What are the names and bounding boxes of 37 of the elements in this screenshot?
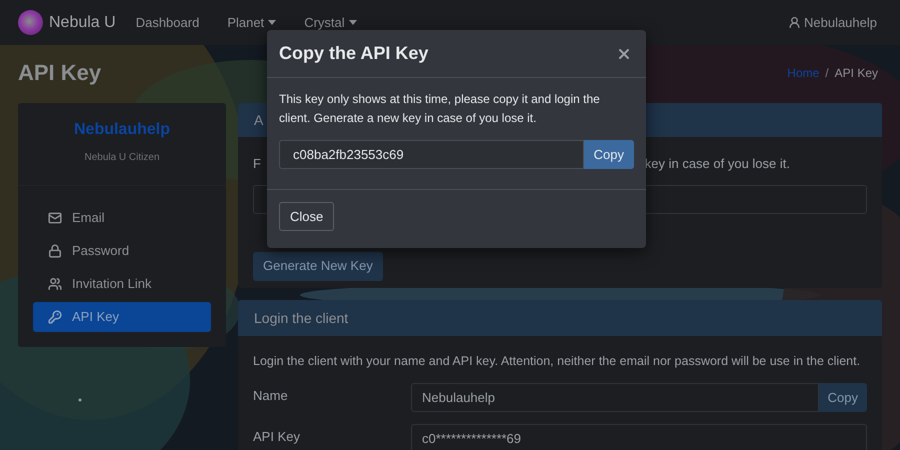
breadcrumb-link[interactable]: API Key: [834, 64, 878, 82]
card-text: F: [253, 155, 261, 173]
modal-text: This key only shows at this time, please copy it and login the client. Generate a new key in case of you lose it.: [279, 91, 601, 127]
user-link[interactable]: Nebulauhelp: [788, 12, 877, 32]
nav-link[interactable]: Dashboard: [136, 12, 200, 32]
brand-link[interactable]: Nebula U: [49, 10, 116, 34]
close-button[interactable]: Close: [279, 202, 334, 231]
modal-title: Copy the API Key: [279, 42, 428, 65]
user-icon: [788, 16, 801, 29]
copy-button[interactable]: Copy: [584, 140, 634, 169]
text-field[interactable]: c0**************69: [411, 424, 867, 450]
card-text: Login the client with your name and API key. Attention, neither the email nor password will be use in the client.: [252, 353, 862, 370]
text-field[interactable]: Nebulauhelp: [411, 382, 819, 412]
sidebar-item[interactable]: Invitation Link: [33, 269, 211, 299]
nav-link[interactable]: Crystal: [304, 12, 357, 32]
field-label: Name: [253, 386, 289, 405]
breadcrumb-separator: /: [825, 64, 829, 82]
menu-icon: [48, 211, 62, 225]
card-title: Login the client: [254, 308, 348, 328]
card-title: A: [254, 110, 264, 130]
generate-key-button[interactable]: Generate New Key: [253, 252, 383, 280]
sidebar-item[interactable]: API Key: [33, 302, 211, 332]
caret-icon: [348, 20, 357, 25]
sidebar-item[interactable]: Password: [33, 236, 211, 266]
sidebar-item[interactable]: Email: [33, 203, 211, 233]
caret-icon: [268, 20, 276, 25]
page-title: API Key: [18, 59, 102, 87]
logo-icon[interactable]: [18, 10, 43, 35]
field-label: API Key: [253, 428, 301, 446]
key-field[interactable]: c08ba2fb23553c69: [279, 140, 584, 169]
nav-link[interactable]: Planet: [227, 12, 276, 32]
profile-role: Nebula U Citizen: [84, 151, 160, 165]
copy-button[interactable]: Copy: [818, 382, 867, 412]
menu-icon: [48, 310, 62, 324]
menu-icon: [48, 277, 62, 291]
menu-icon: [48, 244, 62, 258]
profile-name: Nebulauhelp: [74, 120, 170, 140]
